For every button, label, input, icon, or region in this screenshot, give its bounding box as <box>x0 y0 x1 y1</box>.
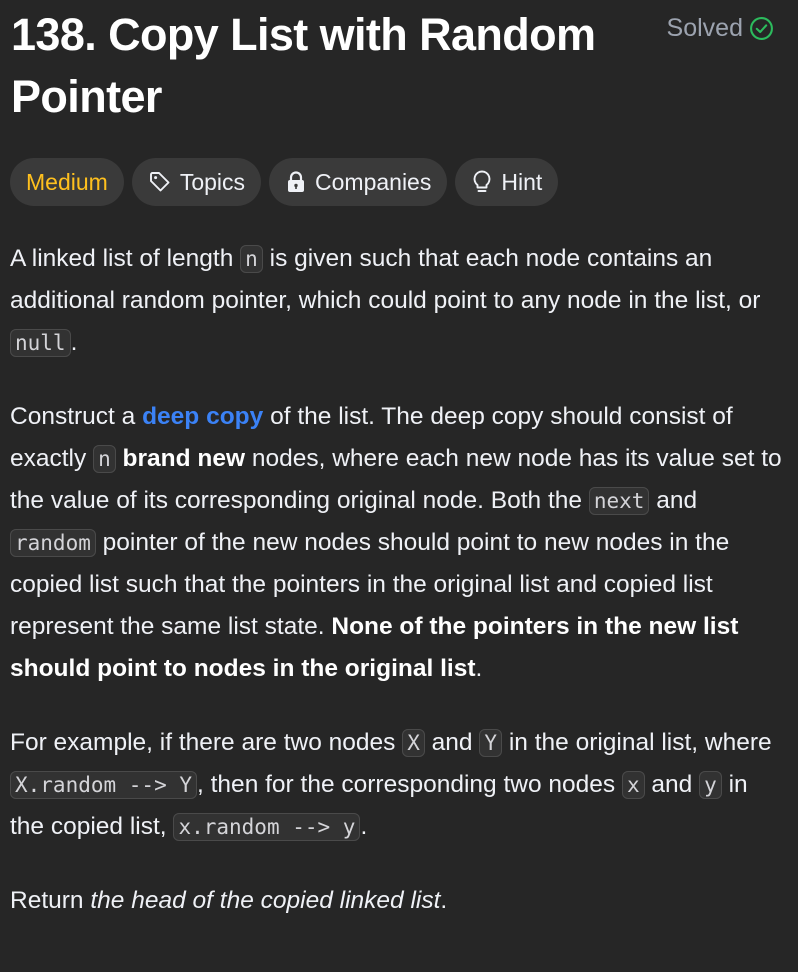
topics-label: Topics <box>179 168 246 195</box>
inline-code: n <box>93 445 116 473</box>
difficulty-label: Medium <box>26 168 108 195</box>
deep-copy-link[interactable]: deep copy <box>142 403 263 430</box>
text-run: A linked list of length <box>10 245 241 272</box>
problem-description: A linked list of length n is given such … <box>10 238 788 954</box>
text-run: . <box>360 813 368 840</box>
tag-bar: Medium Topics Companies Hint <box>10 158 559 206</box>
text-run: Return <box>10 887 91 914</box>
inline-code: x.random --> y <box>173 813 361 841</box>
tag-icon <box>148 170 172 194</box>
inline-code: x <box>621 771 645 799</box>
inline-code: n <box>240 245 263 273</box>
inline-code: Y <box>479 729 503 757</box>
inline-code: y <box>699 771 722 799</box>
text-run <box>116 445 123 472</box>
lightbulb-icon <box>471 169 493 195</box>
text-run: . <box>475 655 483 682</box>
inline-code: next <box>588 487 650 515</box>
description-paragraph: A linked list of length n is given such … <box>10 238 788 364</box>
companies-button[interactable]: Companies <box>269 158 448 206</box>
inline-code: X <box>402 729 425 757</box>
text-run: in the original list, where <box>502 729 772 756</box>
text-run: and <box>424 729 480 756</box>
text-run: Construct a <box>10 403 143 430</box>
inline-code: null <box>10 329 71 357</box>
text-run: and <box>644 771 700 798</box>
text-run: For example, if there are two nodes <box>10 729 403 756</box>
text-run: . <box>440 887 448 914</box>
solved-label: Solved <box>666 14 743 42</box>
inline-code: X.random --> Y <box>10 771 198 799</box>
description-paragraph: Return the head of the copied linked lis… <box>10 880 788 922</box>
text-run: , then for the corresponding two nodes <box>197 771 622 798</box>
topics-button[interactable]: Topics <box>131 158 262 206</box>
hint-button[interactable]: Hint <box>455 158 559 206</box>
text-run: and <box>649 487 698 514</box>
problem-title: 138. Copy List with Random Pointer <box>11 9 596 122</box>
companies-label: Companies <box>315 168 432 195</box>
description-paragraph: Construct a deep copy of the list. The d… <box>10 396 788 690</box>
check-circle-icon <box>749 16 774 41</box>
bold-text: brand new <box>122 445 246 472</box>
italic-text: the head of the copied linked list <box>90 887 441 914</box>
text-run: . <box>70 329 78 356</box>
description-paragraph: For example, if there are two nodes X an… <box>10 722 788 848</box>
solved-status: Solved <box>667 14 774 43</box>
lock-icon <box>285 170 307 194</box>
inline-code: random <box>10 529 96 557</box>
difficulty-badge: Medium <box>10 158 124 206</box>
hint-label: Hint <box>501 168 543 195</box>
